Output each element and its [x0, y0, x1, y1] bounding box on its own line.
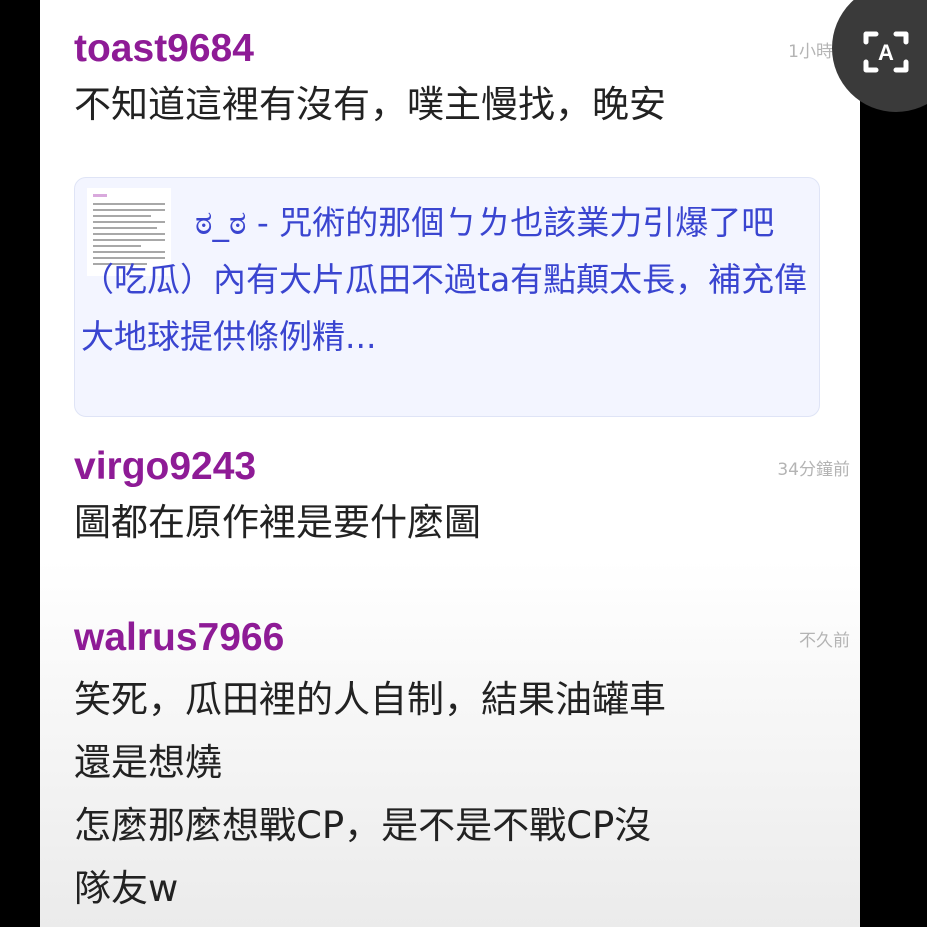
comment-timestamp: 不久前	[799, 631, 850, 651]
comment-username[interactable]: virgo9243	[74, 445, 256, 489]
comment-text-line: 隊友w	[74, 867, 179, 910]
comment-text-line: 還是想燒	[74, 741, 222, 784]
link-preview-card[interactable]: ಠ_ಠ - 咒術的那個ㄅㄌ也該業力引爆了吧（吃瓜）內有大片瓜田不過ta有點顛太長…	[74, 177, 820, 417]
link-title: ಠ_ಠ - 咒術的那個ㄅㄌ也該業力引爆了吧（吃瓜）內有大片瓜田不過ta有點顛太長…	[81, 203, 808, 356]
comment-text-line: 笑死，瓜田裡的人自制，結果油罐車	[74, 678, 666, 721]
text-recognition-letter: A	[878, 40, 894, 65]
text-recognition-icon: A	[863, 31, 909, 73]
comment-username[interactable]: toast9684	[74, 27, 254, 71]
comment-text: 圖都在原作裡是要什麼圖	[74, 501, 481, 544]
comment-text: 笑死，瓜田裡的人自制，結果油罐車 還是想燒 怎麼那麼想戰CP，是不是不戰CP沒 …	[74, 668, 844, 920]
comment-feed: toast9684 1小時前 不知道這裡有沒有，噗主慢找，晚安 ಠ_ಠ - 咒術…	[40, 0, 860, 927]
comment-timestamp: 34分鐘前	[777, 460, 850, 480]
comment-text: 不知道這裡有沒有，噗主慢找，晚安	[74, 83, 666, 126]
comment-username[interactable]: walrus7966	[74, 616, 284, 660]
comment-text-line: 怎麼那麼想戰CP，是不是不戰CP沒	[74, 804, 652, 847]
